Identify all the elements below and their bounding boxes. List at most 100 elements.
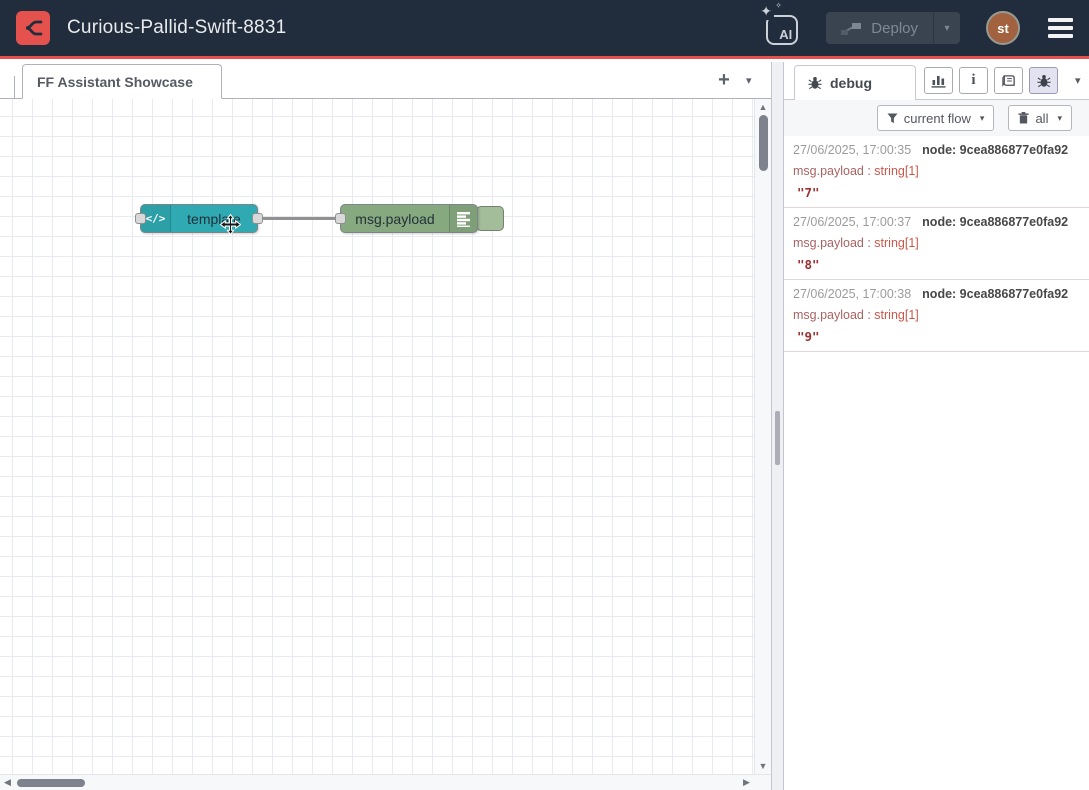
debug-message-node-ref[interactable]: node: 9cea886877e0fa92 [922,287,1068,301]
wire-template-to-debug[interactable] [258,217,345,220]
deploy-options-caret[interactable]: ▾ [933,12,960,44]
template-output-port[interactable] [252,213,263,224]
template-input-port[interactable] [135,213,146,224]
debug-message-type: string[1] [874,236,918,250]
debug-message[interactable]: 27/06/2025, 17:00:38 node: 9cea886877e0fa… [784,280,1089,352]
app-header: Curious-Pallid-Swift-8831 ✦ ✧ AI Deploy [0,0,1089,59]
hamburger-bar [1048,26,1073,30]
deploy-icon [841,21,862,36]
help-tab-button[interactable] [994,67,1023,94]
bug-icon [808,76,822,90]
deploy-button-main[interactable]: Deploy [826,12,933,44]
flow-canvas[interactable]: </> template msg.payload [0,99,754,774]
deploy-button[interactable]: Deploy ▾ [826,12,960,44]
workspace-pane: FF Assistant Showcase + ▾ </> templa [0,62,771,790]
debug-message-value[interactable]: "8" [793,256,1079,273]
debug-message-separator: : [864,164,874,178]
sidebar-tab-debug[interactable]: debug [794,65,916,100]
debug-node-enable-toggle[interactable] [476,206,504,231]
flow-tab-bar: FF Assistant Showcase + ▾ [0,62,771,99]
debug-message-path-row: msg.payload : string[1] [793,235,1079,252]
deploy-label: Deploy [871,20,918,37]
debug-message-type: string[1] [874,164,918,178]
debug-message-list: 27/06/2025, 17:00:35 node: 9cea886877e0fa… [784,136,1089,352]
canvas-vertical-scrollbar[interactable]: ▲ ▼ [754,99,771,774]
template-node-label: template [171,205,257,232]
info-tab-button[interactable]: i [959,67,988,94]
code-icon: </> [146,212,166,225]
hamburger-bar [1048,18,1073,22]
flow-list-button[interactable]: ▾ [746,74,752,87]
debug-message[interactable]: 27/06/2025, 17:00:35 node: 9cea886877e0fa… [784,136,1089,208]
bar-chart-icon [931,74,946,88]
scroll-left-icon[interactable]: ◀ [4,777,11,788]
sidebar-tab-label: debug [830,75,872,91]
debug-message-timestamp: 27/06/2025, 17:00:38 [793,287,911,301]
scroll-up-icon[interactable]: ▲ [755,102,771,112]
ai-label: AI [779,27,792,42]
sidebar-tab-bar: debug i [784,62,1089,100]
debug-message-separator: : [864,308,874,322]
chevron-down-icon: ▾ [1057,113,1062,124]
debug-message-type: string[1] [874,308,918,322]
user-avatar[interactable]: st [986,11,1020,45]
header-actions: ✦ ✧ AI Deploy ▾ st [764,11,1073,45]
debug-message-path-row: msg.payload : string[1] [793,307,1079,324]
debug-message-separator: : [864,236,874,250]
debug-message-path-row: msg.payload : string[1] [793,163,1079,180]
tab-bar-left-edge [0,76,15,98]
scroll-right-icon[interactable]: ▶ [743,777,750,788]
instance-title: Curious-Pallid-Swift-8831 [67,17,286,39]
debug-clear-label: all [1035,111,1048,126]
sidebar-panel: debug i [784,62,1089,790]
debug-toolbar: current flow ▾ all ▾ [784,100,1089,136]
splitter-drag-handle[interactable] [775,411,780,465]
sparkle-small-icon: ✧ [775,2,782,10]
debug-message-path: msg.payload [793,236,864,250]
add-flow-button[interactable]: + [711,67,737,93]
debug-message-node-ref[interactable]: node: 9cea886877e0fa92 [922,215,1068,229]
chevron-down-icon: ▾ [1075,75,1081,87]
debug-input-port[interactable] [335,213,346,224]
trash-icon [1018,112,1029,124]
node-red-editor: Curious-Pallid-Swift-8831 ✦ ✧ AI Deploy [0,0,1089,790]
dashboard-chart-tab-button[interactable] [924,67,953,94]
debug-message-meta: 27/06/2025, 17:00:38 node: 9cea886877e0fa… [793,286,1079,303]
book-icon [1001,74,1016,88]
flow-tab-label: FF Assistant Showcase [37,74,193,90]
info-icon: i [971,72,975,89]
debug-message-value[interactable]: "7" [793,184,1079,201]
avatar-initials: st [997,21,1009,36]
chevron-down-icon: ▾ [980,113,985,124]
debug-message-path: msg.payload [793,164,864,178]
ai-assistant-button[interactable]: ✦ ✧ AI [764,11,798,45]
sidebar-tab-buttons: i [924,67,1081,94]
flowfuse-logo-icon[interactable] [16,11,50,45]
debug-message-node-ref[interactable]: node: 9cea886877e0fa92 [922,143,1068,157]
debug-message-timestamp: 27/06/2025, 17:00:35 [793,143,911,157]
filter-funnel-icon [887,113,898,124]
debug-clear-button[interactable]: all ▾ [1008,105,1072,131]
horizontal-scroll-thumb[interactable] [17,779,85,787]
debug-filter-button[interactable]: current flow ▾ [877,105,995,131]
main-menu-button[interactable] [1048,18,1073,38]
debug-tab-button[interactable] [1029,67,1058,94]
bug-icon [1037,74,1051,88]
sparkle-icon: ✦ [760,4,774,20]
debug-message-timestamp: 27/06/2025, 17:00:37 [793,215,911,229]
vertical-scroll-thumb[interactable] [759,115,768,171]
flow-tab-active[interactable]: FF Assistant Showcase [22,64,222,99]
scroll-down-icon[interactable]: ▼ [755,761,771,771]
node-debug[interactable]: msg.payload [340,204,478,233]
debug-message-value[interactable]: "9" [793,328,1079,345]
plus-icon: + [718,69,730,92]
sidebar-splitter[interactable] [771,62,784,790]
debug-message[interactable]: 27/06/2025, 17:00:37 node: 9cea886877e0fa… [784,208,1089,280]
chevron-down-icon: ▾ [944,23,949,34]
canvas-horizontal-scrollbar[interactable]: ◀ ▶ [0,774,771,790]
sidebar-tab-list-button[interactable]: ▾ [1075,74,1081,87]
move-cursor-icon [220,214,241,240]
debug-message-meta: 27/06/2025, 17:00:37 node: 9cea886877e0fa… [793,214,1079,231]
debug-message-meta: 27/06/2025, 17:00:35 node: 9cea886877e0fa… [793,142,1079,159]
editor-main: FF Assistant Showcase + ▾ </> templa [0,62,1089,790]
